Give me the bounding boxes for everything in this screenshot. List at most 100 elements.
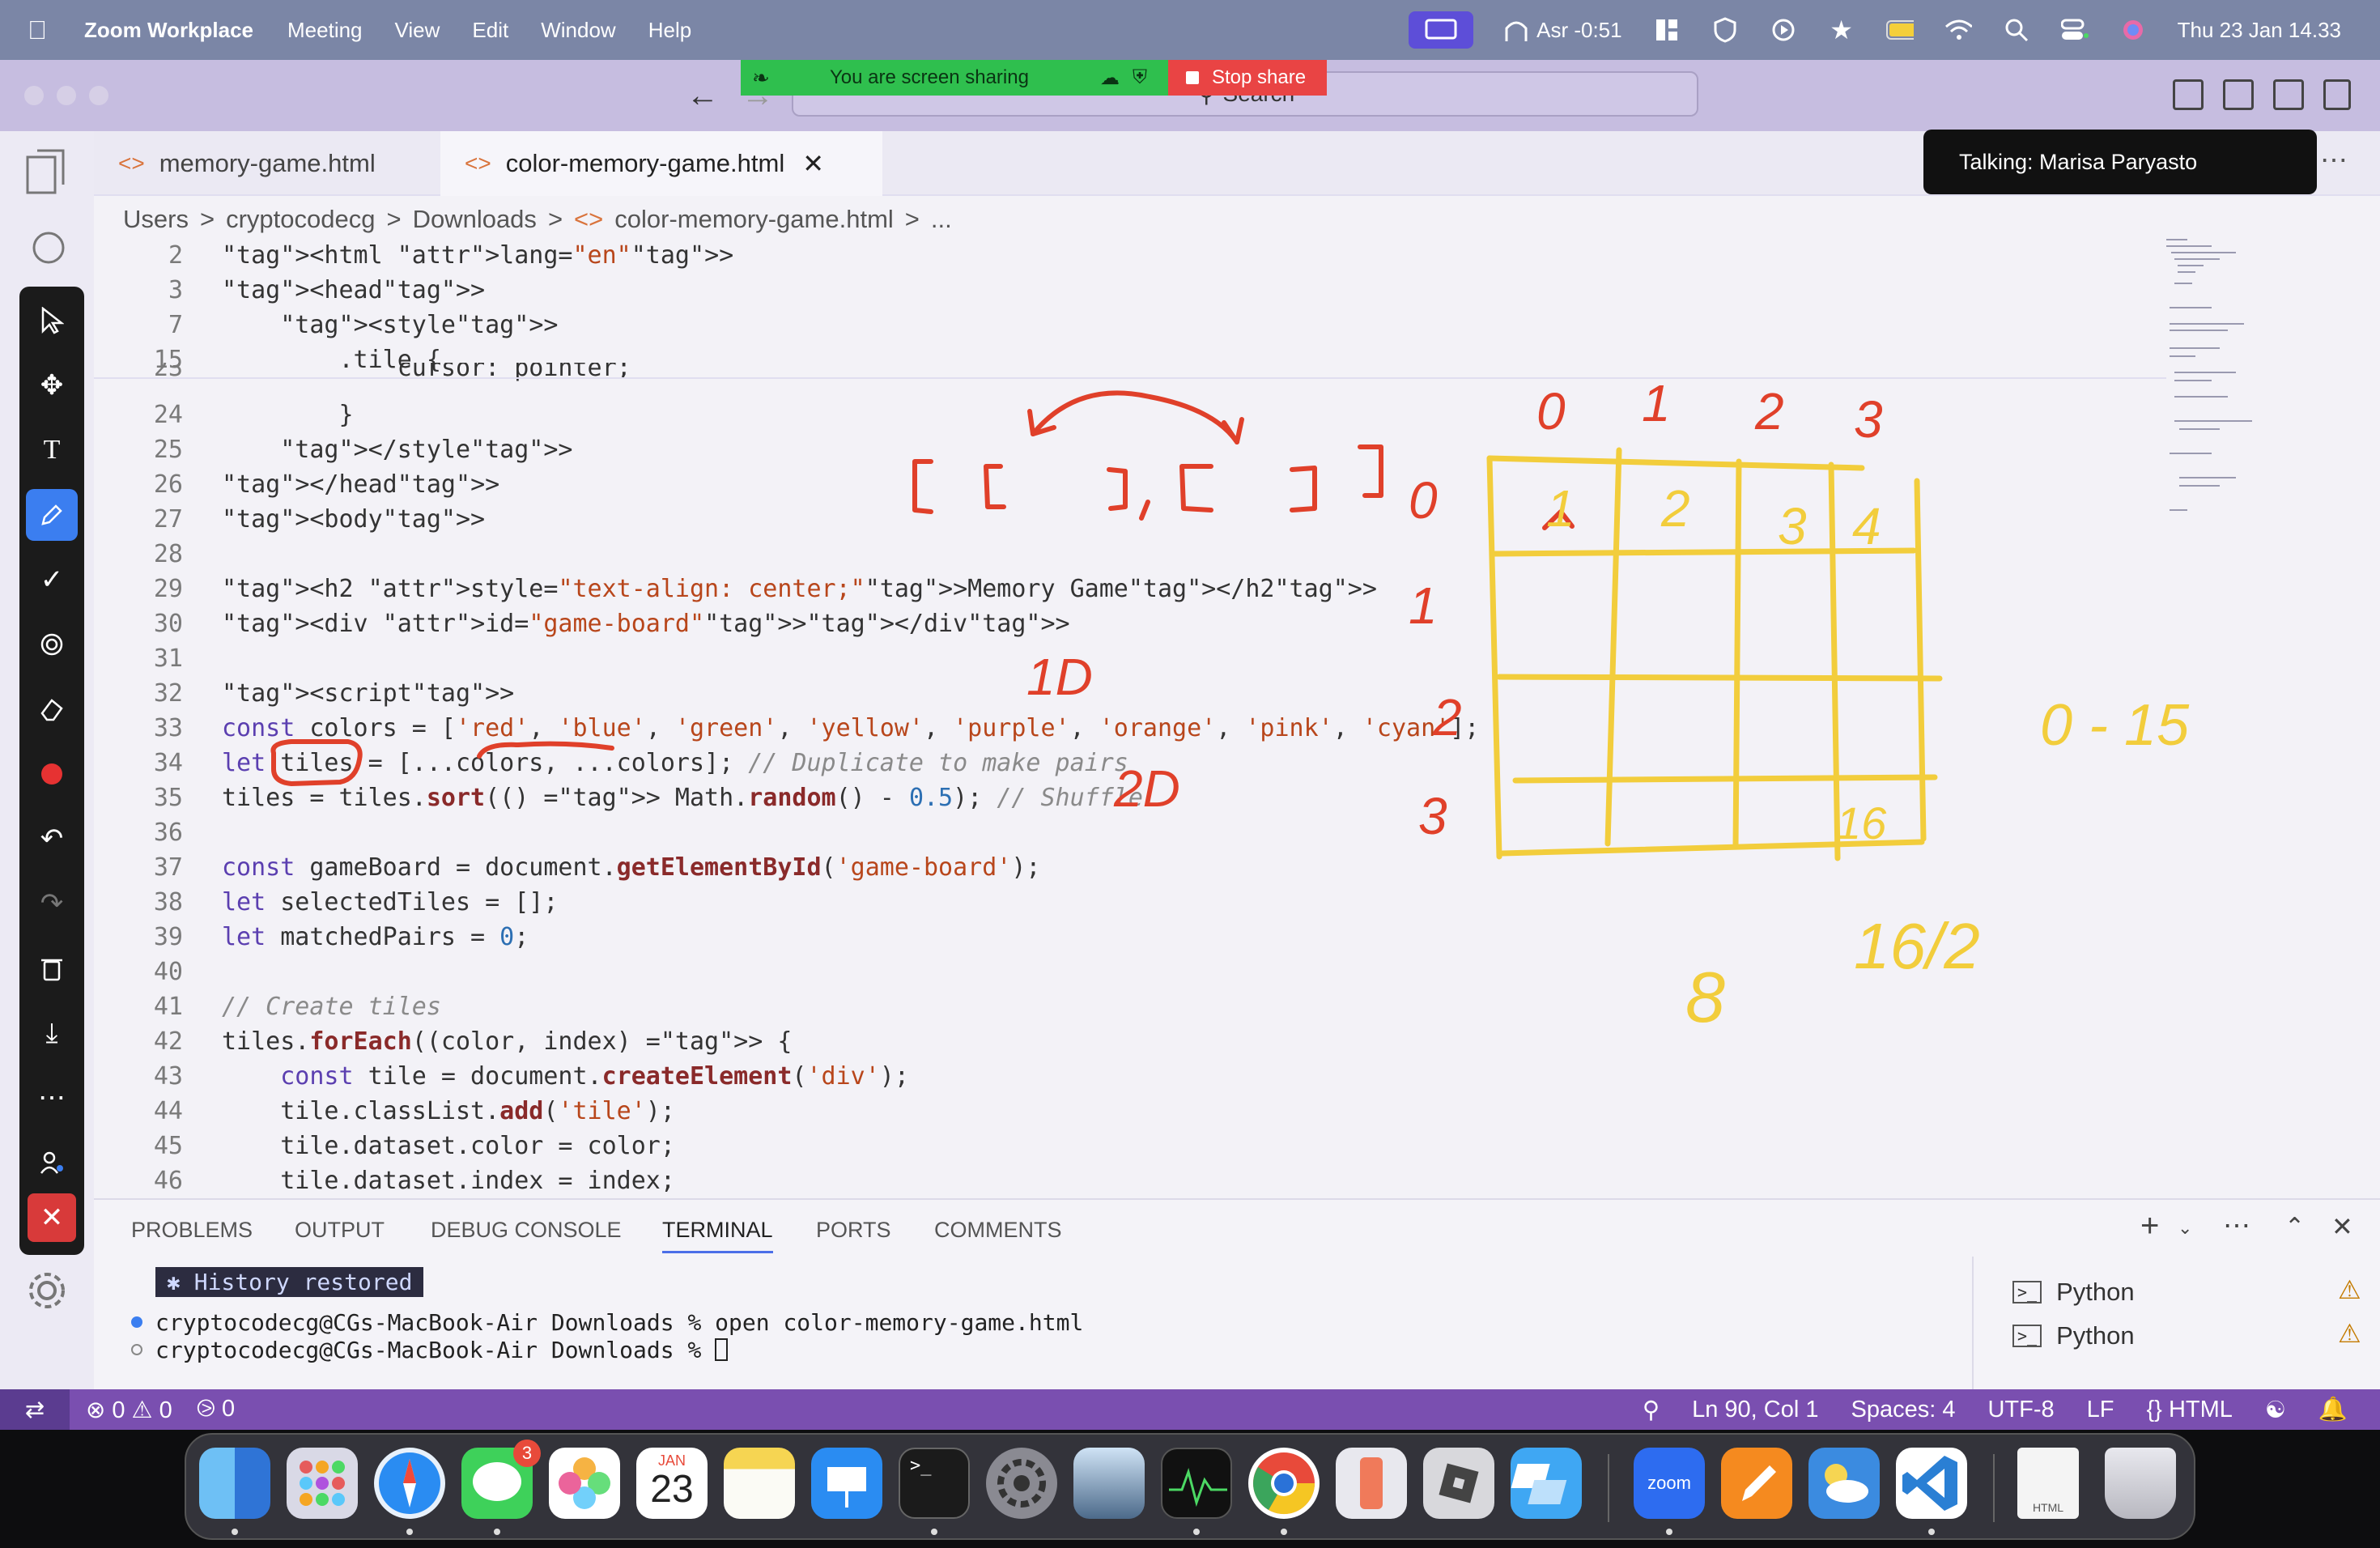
spotlight-icon[interactable] [19,619,84,670]
roblox-icon[interactable] [1423,1448,1494,1519]
launchpad-icon[interactable] [287,1448,358,1519]
star-icon[interactable]: ★ [1828,15,1855,45]
tab-color-memory-game[interactable]: <> color-memory-game.html ✕ [440,131,882,196]
pen-tool-icon[interactable] [26,489,78,541]
safari-icon[interactable] [374,1448,445,1519]
code-line[interactable]: 43 const tile = document.createElement('… [94,1059,2166,1094]
language-mode[interactable]: {} HTML [2147,1397,2233,1423]
toggle-sidebar-icon[interactable] [2173,79,2204,110]
menu-window[interactable]: Window [541,18,615,43]
notes-icon[interactable] [724,1448,795,1519]
code-line[interactable]: 42 tiles.forEach((color, index) ="tag">> … [94,1024,2166,1059]
tab-problems[interactable]: PROBLEMS [131,1218,253,1243]
end-of-line[interactable]: LF [2087,1397,2114,1423]
calendar-icon[interactable]: JAN 23 [636,1448,708,1519]
annotator-name-icon[interactable] [19,1137,84,1189]
text-tool-icon[interactable]: T [19,424,84,476]
messages-icon[interactable]: 3 [461,1440,541,1519]
screens-icon[interactable] [1511,1448,1582,1519]
menu-meeting[interactable]: Meeting [287,18,363,43]
code-line[interactable]: 2 "tag"><html "attr">lang="en""tag">> [94,238,2166,273]
new-terminal-plus-icon[interactable]: + [2140,1208,2159,1244]
tab-debug-console[interactable]: DEBUG CONSOLE [431,1218,622,1243]
prayer-time[interactable]: Asr -0:51 [1504,17,1622,43]
code-line[interactable]: 25 "tag"></style"tag">> [94,432,2166,467]
iphone-mirroring-icon[interactable] [1336,1448,1407,1519]
location-shield-icon[interactable] [1711,16,1739,44]
html-file-icon[interactable]: HTML [2017,1448,2079,1519]
settings-gear-icon[interactable] [24,1268,70,1317]
search-icon[interactable] [31,230,68,271]
more-actions-icon[interactable]: ⋯ [2320,144,2348,176]
menu-edit[interactable]: Edit [472,18,508,43]
menu-view[interactable]: View [395,18,440,43]
screen-sharing-banner[interactable]: ❧ You are screen sharing ☁ ⛨ [741,60,1168,96]
play-icon[interactable] [1770,16,1797,44]
toggle-secondary-sidebar-icon[interactable] [2273,79,2304,110]
select-cursor-icon[interactable] [19,295,84,347]
file-encoding[interactable]: UTF-8 [1987,1397,2054,1423]
zoom-app-icon[interactable]: zoom [1634,1448,1705,1519]
apple-icon[interactable]:  [28,15,60,45]
terminal-list-item[interactable]: >_ Python [2012,1321,2135,1350]
code-line[interactable]: 29 "tag"><h2 "attr">style="text-align: ce… [94,572,2166,606]
notifications-bell-icon[interactable]: 🔔 [2318,1396,2348,1423]
more-actions-icon[interactable]: ⋯ [2223,1210,2250,1242]
toggle-panel-icon[interactable] [2223,79,2254,110]
redo-icon[interactable]: ↷ [19,878,84,929]
code-line[interactable]: 38 let selectedTiles = []; [94,885,2166,920]
code-line[interactable]: 24 } [94,398,2166,432]
tab-comments[interactable]: COMMENTS [934,1218,1062,1243]
preview-icon[interactable] [1073,1448,1145,1519]
code-line[interactable]: 28 [94,537,2166,572]
remote-indicator-icon[interactable]: ⇄ [0,1389,70,1430]
vscode-app-icon[interactable] [1896,1448,1967,1519]
copilot-icon[interactable]: ☯ [2265,1396,2286,1424]
photos-icon[interactable] [549,1448,620,1519]
wifi-icon[interactable] [1944,16,1972,44]
close-panel-icon[interactable]: ✕ [2331,1211,2353,1242]
code-line[interactable]: 30 "tag"><div "attr">id="game-board""tag"… [94,606,2166,641]
indentation[interactable]: Spaces: 4 [1851,1397,1956,1423]
chevron-down-icon[interactable]: ⌄ [2178,1218,2192,1239]
code-line[interactable]: 33 const colors = ['red', 'blue', 'green'… [94,711,2166,746]
code-line[interactable]: 34 let tiles = [...colors, ...colors]; //… [94,746,2166,780]
spotlight-search-icon[interactable] [2003,16,2030,44]
cursor-position[interactable]: Ln 90, Col 1 [1692,1397,1818,1423]
screen-share-icon[interactable] [1409,11,1474,49]
move-icon[interactable]: ✥ [19,359,84,411]
eraser-icon[interactable] [19,683,84,735]
code-line[interactable]: 41 // Create tiles [94,989,2166,1024]
system-settings-icon[interactable] [986,1448,1057,1519]
activity-monitor-icon[interactable] [1161,1448,1232,1519]
terminal-app-icon[interactable]: >_ [899,1448,970,1519]
tab-ports[interactable]: PORTS [816,1218,891,1243]
code-line[interactable]: 31 [94,641,2166,676]
code-line[interactable]: 23 cursor: pointer; [94,363,2166,382]
pages-icon[interactable] [1721,1448,1792,1519]
finder-icon[interactable] [199,1448,270,1519]
trash-icon[interactable] [19,942,84,994]
breadcrumb-downloads[interactable]: Downloads [413,205,537,234]
stop-share-button[interactable]: Stop share [1168,60,1327,96]
undo-icon[interactable]: ↶ [19,813,84,865]
code-line[interactable]: 44 tile.classList.add('tile'); [94,1094,2166,1129]
chrome-icon[interactable] [1248,1448,1320,1519]
code-line[interactable]: 36 [94,815,2166,850]
customize-layout-icon[interactable] [2323,79,2351,110]
zoom-icon[interactable]: ⚲ [1643,1396,1660,1424]
tab-terminal[interactable]: TERMINAL [662,1218,773,1253]
code-line[interactable]: 37 const gameBoard = document.getElementB… [94,850,2166,885]
checkmark-icon[interactable]: ✓ [19,554,84,606]
weather-icon[interactable] [1808,1448,1880,1519]
terminal-list-item[interactable]: >_ Python [2012,1278,2135,1307]
close-annotation-icon[interactable]: ✕ [28,1193,76,1242]
back-arrow-icon[interactable]: ← [686,78,719,114]
save-download-icon[interactable]: ⤓ [19,1007,84,1059]
zoom-window-icon[interactable] [89,86,108,105]
app-name[interactable]: Zoom Workplace [84,18,253,43]
window-manager-icon[interactable] [1653,16,1681,44]
code-line[interactable]: 40 [94,955,2166,989]
explorer-icon[interactable] [24,147,68,200]
more-icon[interactable]: ⋯ [19,1072,84,1124]
